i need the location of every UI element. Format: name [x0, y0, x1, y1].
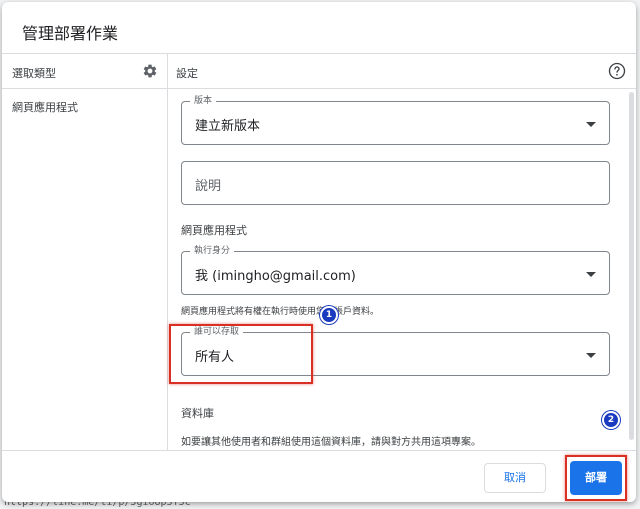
dropdown-arrow-icon [586, 353, 596, 358]
web-app-section-label: 網頁應用程式 [181, 224, 247, 237]
footer-divider [2, 450, 636, 451]
highlight-box-access [169, 324, 313, 384]
execute-as-label: 執行身分 [190, 245, 235, 257]
execute-as-select[interactable]: 執行身分 我 (imingho@gmail.com) [181, 245, 610, 295]
dropdown-arrow-icon [586, 122, 596, 127]
settings-header: 設定 [168, 54, 636, 89]
annotation-badge-2: 2 [602, 411, 620, 429]
execute-as-value: 我 (imingho@gmail.com) [195, 269, 356, 284]
cancel-button[interactable]: 取消 [484, 463, 546, 493]
dialog-title: 管理部署作業 [22, 24, 119, 43]
gear-icon[interactable] [142, 63, 158, 79]
settings-label: 設定 [176, 67, 198, 80]
select-type-pane: 選取類型 網頁應用程式 [2, 54, 168, 450]
dropdown-arrow-icon [586, 272, 596, 277]
version-label: 版本 [190, 95, 217, 107]
library-note: 如要讓其他使用者和群組使用這個資料庫，請與對方共用這項專案。 [181, 437, 481, 448]
execute-as-note: 網頁應用程式將有權在執行時使用您的帳戶資料。 [181, 307, 380, 317]
description-input[interactable]: 說明 [181, 161, 610, 205]
annotation-badge-1: 1 [320, 306, 338, 324]
version-select[interactable]: 版本 建立新版本 [181, 95, 610, 145]
version-value: 建立新版本 [195, 119, 261, 134]
type-item-web-app[interactable]: 網頁應用程式 [12, 99, 78, 115]
select-type-header: 選取類型 [2, 54, 167, 89]
description-placeholder: 說明 [195, 179, 222, 194]
highlight-box-deploy [565, 455, 627, 501]
help-icon[interactable] [608, 62, 626, 80]
manage-deployments-dialog: 管理部署作業 選取類型 網頁應用程式 設定 版本 建立新版本 說明 網頁應用程式… [2, 2, 636, 502]
library-title: 資料庫 [181, 407, 214, 420]
scrollbar[interactable] [629, 92, 634, 440]
select-type-label: 選取類型 [12, 67, 56, 80]
